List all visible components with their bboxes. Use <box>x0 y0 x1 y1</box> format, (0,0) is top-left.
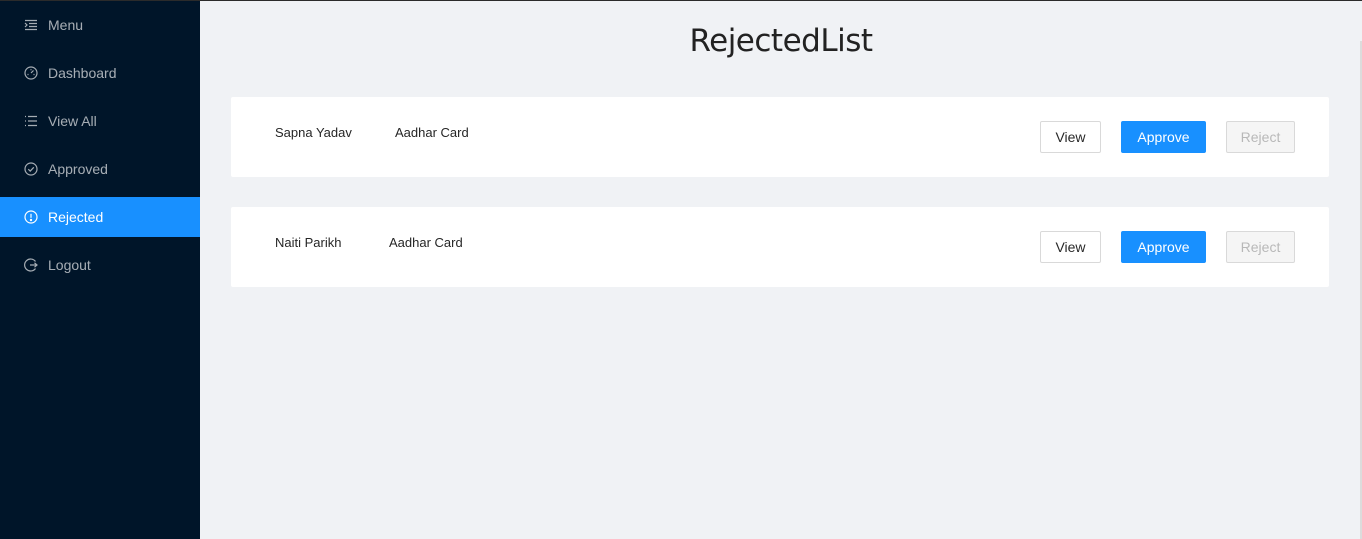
logout-icon <box>24 258 38 272</box>
sidebar-item-label: Logout <box>48 257 91 273</box>
exclamation-circle-icon <box>24 210 38 224</box>
main-content: RejectedList Sapna Yadav Aadhar Card Vie… <box>200 1 1362 539</box>
menu-icon <box>24 18 38 32</box>
sidebar-item-menu[interactable]: Menu <box>0 5 200 45</box>
list-item: Naiti Parikh Aadhar Card View Approve Re… <box>231 207 1329 287</box>
sidebar-item-label: Rejected <box>48 209 104 225</box>
dashboard-icon <box>24 66 38 80</box>
approve-button[interactable]: Approve <box>1121 121 1206 153</box>
view-button[interactable]: View <box>1040 121 1101 153</box>
sidebar-item-rejected[interactable]: Rejected <box>0 197 200 237</box>
sidebar-item-label: Menu <box>48 17 84 33</box>
list-icon <box>24 114 38 128</box>
sidebar-item-label: View All <box>48 113 97 129</box>
reject-button: Reject <box>1226 231 1295 263</box>
list-item: Sapna Yadav Aadhar Card View Approve Rej… <box>231 97 1329 177</box>
applicant-name: Naiti Parikh <box>275 235 342 250</box>
applicant-name: Sapna Yadav <box>275 125 352 140</box>
sidebar: Menu Dashboard View All Approved Rejecte… <box>0 1 200 539</box>
view-button[interactable]: View <box>1040 231 1101 263</box>
sidebar-item-label: Approved <box>48 161 108 177</box>
document-type: Aadhar Card <box>389 235 463 250</box>
sidebar-item-view-all[interactable]: View All <box>0 101 200 141</box>
sidebar-item-label: Dashboard <box>48 65 117 81</box>
document-type: Aadhar Card <box>395 125 469 140</box>
reject-button: Reject <box>1226 121 1295 153</box>
sidebar-item-approved[interactable]: Approved <box>0 149 200 189</box>
approve-button[interactable]: Approve <box>1121 231 1206 263</box>
sidebar-item-logout[interactable]: Logout <box>0 245 200 285</box>
page-title: RejectedList <box>689 23 873 59</box>
check-circle-icon <box>24 162 38 176</box>
sidebar-item-dashboard[interactable]: Dashboard <box>0 53 200 93</box>
